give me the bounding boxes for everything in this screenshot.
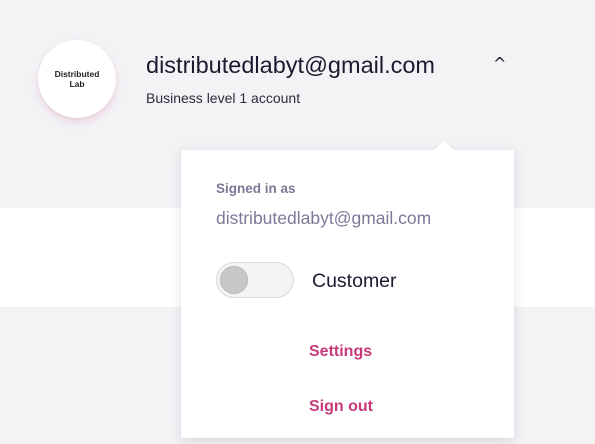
chevron-up-icon[interactable]: ^: [493, 54, 506, 74]
avatar-logo-text: Distributed Lab: [47, 69, 107, 89]
avatar[interactable]: Distributed Lab: [38, 40, 116, 118]
customer-toggle-label: Customer: [312, 270, 397, 292]
signed-in-label: Signed in as: [216, 181, 296, 196]
signed-in-email: distributedlabyt@gmail.com: [216, 208, 432, 228]
customer-toggle[interactable]: [216, 262, 294, 298]
account-email[interactable]: distributedlabyt@gmail.com: [146, 50, 435, 80]
toggle-knob: [220, 266, 248, 294]
account-level: Business level 1 account: [146, 90, 301, 106]
avatar-logo-line2: Lab: [69, 79, 85, 89]
sign-out-link[interactable]: Sign out: [309, 397, 373, 417]
settings-link[interactable]: Settings: [309, 342, 372, 362]
avatar-logo-line1: Distributed: [54, 69, 100, 79]
dropdown-caret: [434, 140, 454, 150]
